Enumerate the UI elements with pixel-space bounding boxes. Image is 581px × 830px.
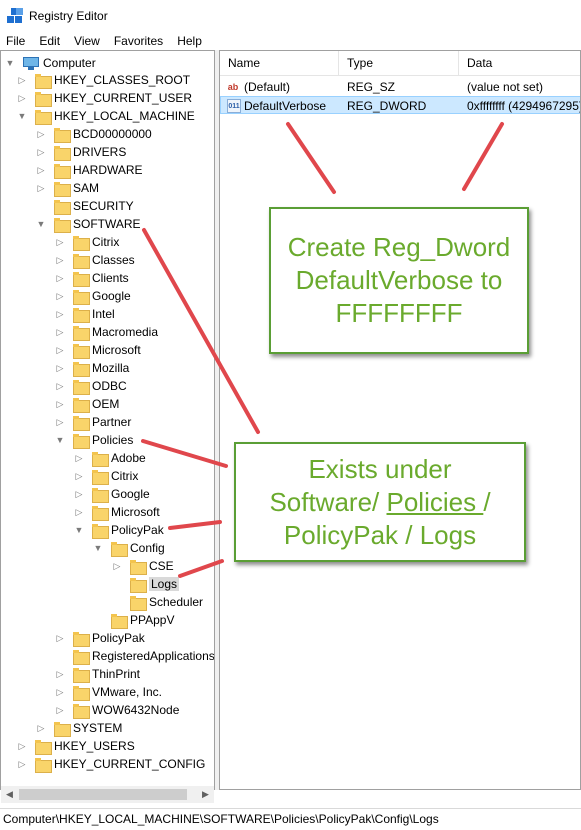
- status-bar-path: Computer\HKEY_LOCAL_MACHINE\SOFTWARE\Pol…: [0, 808, 581, 830]
- annotation-line-3: PolicyPak / Logs: [283, 519, 477, 550]
- arrow-to-logs: [178, 559, 224, 578]
- annotation-create-dword: Create Reg_Dword DefaultVerbose to FFFFF…: [269, 207, 529, 354]
- arrow-to-policypak: [168, 520, 222, 530]
- annotation-exists-under: Exists under Software/ Policies / Policy…: [234, 442, 526, 562]
- annotation-text: Create Reg_Dword DefaultVerbose to FFFFF…: [287, 232, 511, 328]
- annotation-line-2: Software/ Policies /: [269, 486, 491, 517]
- arrow-to-data: [462, 122, 504, 191]
- arrow-to-software: [142, 228, 260, 434]
- annotation-line-1: Exists under: [308, 453, 452, 484]
- annotation-arrows: [141, 122, 504, 578]
- arrow-to-policies: [141, 439, 228, 468]
- arrow-to-name: [286, 122, 336, 194]
